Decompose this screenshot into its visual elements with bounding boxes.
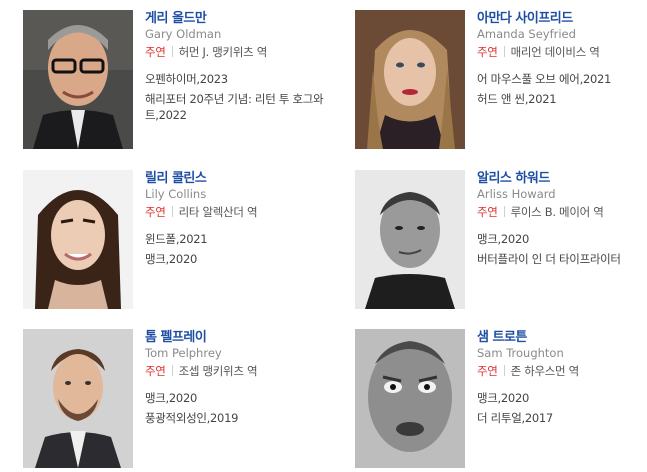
actor-name-english: Lily Collins [145,187,207,201]
filmography-item[interactable]: 버터플라이 인 더 타이프라이터 [477,251,647,267]
filmography-list: 맹크,2020 버터플라이 인 더 타이프라이터 [477,231,647,267]
filmography-list: 윈드폴,2021 맹크,2020 [145,231,325,267]
filmography-item[interactable]: 풍광적외성인,2019 [145,410,325,426]
divider [171,46,173,57]
filmography-list: 어 마우스풀 오브 에어,2021 허드 앤 씬,2021 [477,71,647,107]
cast-card: 아만다 사이프리드 Amanda Seyfried 주연 매리언 데이비스 역 어… [355,10,647,150]
cast-card: 샘 트로튼 Sam Troughton 주연 존 하우스먼 역 맹크,2020 더… [355,329,647,469]
cast-card: 게리 올드만 Gary Oldman 주연 허먼 J. 맹키위츠 역 오펜하이머,… [23,10,325,150]
role-name: 리타 알렉산더 역 [178,205,258,219]
divider [171,365,173,376]
filmography-item[interactable]: 오펜하이머,2023 [145,71,325,87]
actor-name[interactable]: 릴리 콜린스 [145,170,325,187]
divider [503,46,505,57]
role-line: 주연 존 하우스먼 역 [477,364,647,390]
filmography-list: 맹크,2020 풍광적외성인,2019 [145,390,325,426]
cast-list: 게리 올드만 Gary Oldman 주연 허먼 J. 맹키위츠 역 오펜하이머,… [0,0,647,472]
actor-name[interactable]: 알리스 하워드 [477,170,647,187]
actor-name-english: Tom Pelphrey [145,346,222,360]
filmography-item[interactable]: 맹크,2020 [477,231,647,247]
filmography-list: 맹크,2020 더 리투얼,2017 [477,390,647,426]
role-type-label: 주연 [477,45,498,59]
filmography-item[interactable]: 해리포터 20주년 기념: 리턴 투 호그와트,2022 [145,91,325,123]
cast-card: 톰 펠프레이 Tom Pelphrey 주연 조셉 맹키위츠 역 맹크,2020 … [23,329,323,469]
actor-photo[interactable] [23,10,133,149]
divider [171,206,173,217]
role-name: 매리언 데이비스 역 [510,45,600,59]
cast-card: 릴리 콜린스 Lily Collins 주연 리타 알렉산더 역 윈드폴,2021… [23,170,323,310]
filmography-item[interactable]: 윈드폴,2021 [145,231,325,247]
role-name: 허먼 J. 맹키위츠 역 [178,45,268,59]
role-name: 존 하우스먼 역 [510,364,580,378]
actor-name-english: Arliss Howard [477,187,556,201]
filmography-item[interactable]: 맹크,2020 [145,390,325,406]
filmography-item[interactable]: 맹크,2020 [477,390,647,406]
role-type-label: 주연 [145,205,166,219]
actor-name[interactable]: 게리 올드만 [145,10,325,27]
actor-photo[interactable] [23,170,133,309]
actor-name[interactable]: 샘 트로튼 [477,329,647,346]
actor-photo[interactable] [355,329,465,468]
cast-card: 알리스 하워드 Arliss Howard 주연 루이스 B. 메이어 역 맹크,… [355,170,647,310]
role-line: 주연 조셉 맹키위츠 역 [145,364,325,390]
role-line: 주연 허먼 J. 맹키위츠 역 [145,45,325,71]
role-type-label: 주연 [477,364,498,378]
divider [503,206,505,217]
filmography-item[interactable]: 어 마우스풀 오브 에어,2021 [477,71,647,87]
actor-photo[interactable] [355,10,465,149]
actor-photo[interactable] [23,329,133,468]
actor-name-english: Sam Troughton [477,346,564,360]
actor-name-english: Gary Oldman [145,27,222,41]
role-line: 주연 리타 알렉산더 역 [145,205,325,231]
filmography-item[interactable]: 더 리투얼,2017 [477,410,647,426]
actor-name[interactable]: 톰 펠프레이 [145,329,325,346]
role-type-label: 주연 [145,45,166,59]
role-line: 주연 매리언 데이비스 역 [477,45,647,71]
filmography-item[interactable]: 허드 앤 씬,2021 [477,91,647,107]
filmography-item[interactable]: 맹크,2020 [145,251,325,267]
actor-name[interactable]: 아만다 사이프리드 [477,10,647,27]
actor-photo[interactable] [355,170,465,309]
role-type-label: 주연 [477,205,498,219]
role-name: 루이스 B. 메이어 역 [510,205,604,219]
role-type-label: 주연 [145,364,166,378]
actor-name-english: Amanda Seyfried [477,27,576,41]
role-line: 주연 루이스 B. 메이어 역 [477,205,647,231]
filmography-list: 오펜하이머,2023 해리포터 20주년 기념: 리턴 투 호그와트,2022 [145,71,325,123]
divider [503,365,505,376]
role-name: 조셉 맹키위츠 역 [178,364,258,378]
